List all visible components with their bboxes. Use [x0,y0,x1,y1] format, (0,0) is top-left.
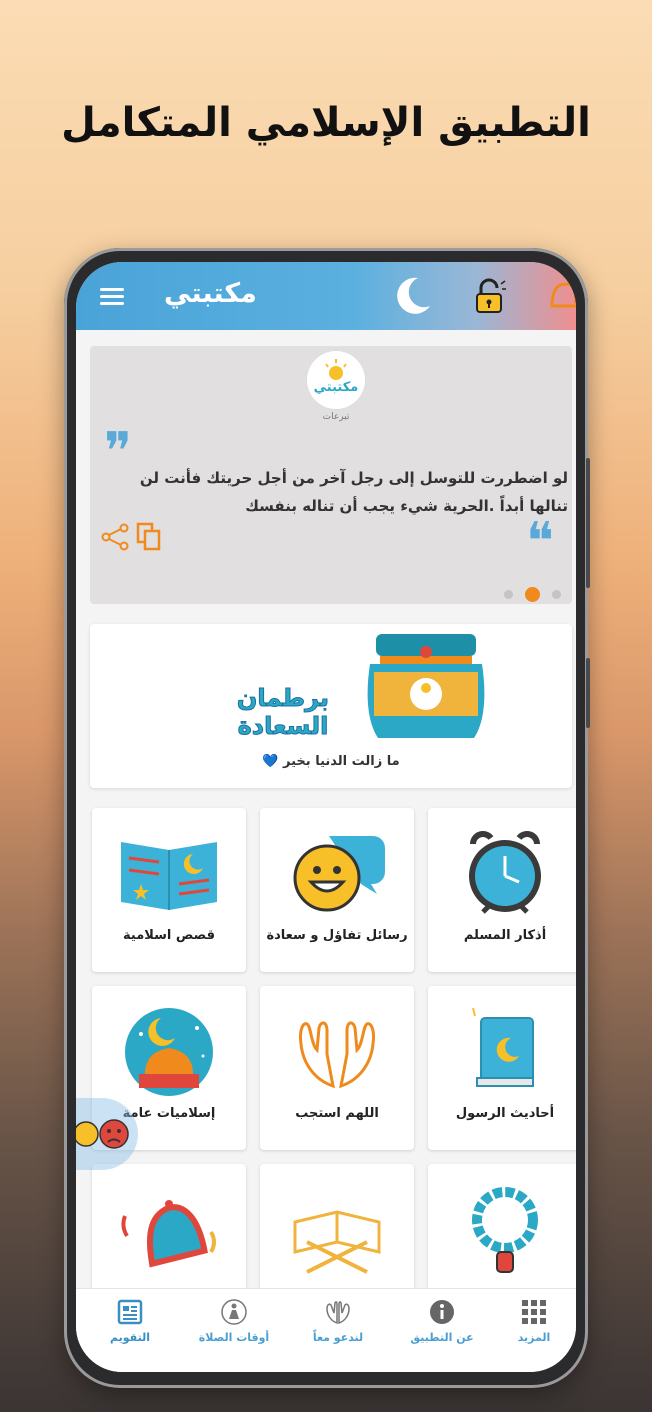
banner-title: برطمان السعادة [236,684,330,741]
nav-about[interactable]: عن التطبيق [392,1299,492,1344]
prayer-person-icon [221,1299,247,1325]
nav-label: أوقات الصلاة [198,1331,270,1344]
app-brand-title: مكتبتي [164,278,257,309]
bottom-navigation: المزيد عن التطبيق لندعو معاً أوقات الصلا… [76,1288,576,1372]
open-book-icon [121,842,217,910]
tile-islamic-stories[interactable]: قصص اسلامية [92,808,246,972]
quran-book-icon [472,1007,534,1087]
tile-adhkar[interactable]: أذكار المسلم [428,808,576,972]
unlocked-padlock-icon[interactable] [474,278,506,314]
nav-label: لندعو معاً [312,1331,364,1344]
nav-label: المزيد [517,1331,551,1344]
nav-prayer-times[interactable]: أوقات الصلاة [184,1299,284,1344]
nav-label: التقويم [110,1331,150,1344]
app-screen: مكتبتي مكتبتي تبرعات ❞ لو اضطررت للتوسل … [76,262,576,1372]
banner-caption: ما زالت الدنيا بخير 💙 [262,754,400,769]
tile-label: أحاديث الرسول [455,1106,555,1121]
bell-icon[interactable] [546,278,576,314]
tile-label: أذكار المسلم [463,928,547,943]
prayer-beads-icon [472,1187,538,1273]
app-bar: مكتبتي [76,262,576,330]
promo-headline: التطبيق الإسلامي المتكامل [61,100,591,146]
nav-more[interactable]: المزيد [484,1299,576,1344]
quote-logo-subtitle: تبرعات [322,412,350,422]
tile-label: اللهم استجب [295,1106,379,1121]
tile-label: رسائل تفاؤل و سعادة [266,928,408,943]
power-button [586,658,590,728]
praying-hands-icon [299,1021,375,1089]
nav-calendar[interactable]: التقويم [80,1299,180,1344]
happiness-jar-banner[interactable]: برطمان السعادة ما زالت الدنيا بخير 💙 [90,624,572,788]
copy-icon[interactable] [136,522,162,552]
quran-stand-icon [293,1210,381,1274]
mosque-moon-icon [125,1008,213,1096]
moon-icon[interactable] [388,274,432,318]
grid-icon [522,1300,546,1324]
quote-card[interactable]: مكتبتي تبرعات ❞ لو اضطررت للتوسل إلى رجل… [90,346,572,604]
jar-icon [367,634,485,738]
tile-dua[interactable]: اللهم استجب [260,986,414,1150]
ringing-bell-icon [121,1200,216,1268]
pager-dot[interactable] [552,590,561,599]
pager-dot[interactable] [504,590,513,599]
nav-label: عن التطبيق [410,1331,474,1344]
quote-logo-text: مكتبتي [314,380,359,395]
pager-dot-active[interactable] [525,587,540,602]
alarm-clock-icon [469,831,541,914]
quote-close-icon: ❝ [526,512,554,572]
dua-hands-icon [326,1301,350,1325]
mood-faces-icon [76,1119,129,1149]
share-icon[interactable] [100,522,130,552]
main-content: مكتبتي تبرعات ❞ لو اضطررت للتوسل إلى رجل… [76,330,576,1328]
tile-label: قصص اسلامية [123,928,215,943]
hamburger-icon[interactable] [100,288,124,305]
tile-optimism-messages[interactable]: رسائل تفاؤل و سعادة [260,808,414,972]
quote-logo: مكتبتي [306,350,366,410]
quote-text: لو اضطررت للتوسل إلى رجل آخر من أجل حريت… [139,469,568,515]
nav-dua-together[interactable]: لندعو معاً [288,1299,388,1344]
calendar-icon [117,1299,143,1325]
smiley-chat-icon [293,836,385,912]
tile-hadith[interactable]: أحاديث الرسول [428,986,576,1150]
mood-fab[interactable] [76,1098,138,1170]
volume-button [586,458,590,588]
info-icon [430,1300,454,1324]
phone-frame: مكتبتي مكتبتي تبرعات ❞ لو اضطررت للتوسل … [64,248,590,1388]
